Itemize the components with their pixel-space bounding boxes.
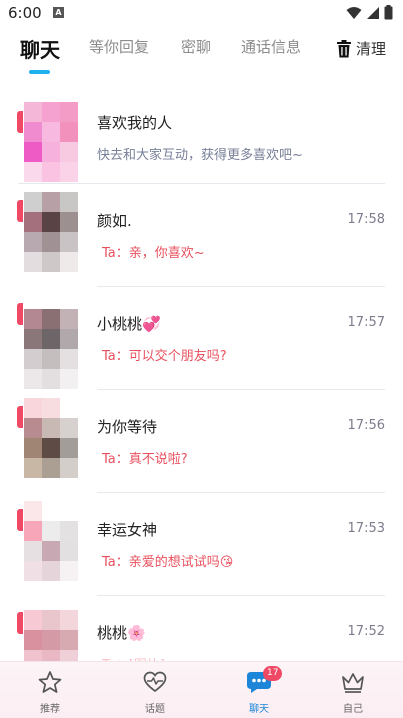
chat-row[interactable]: 为你等待 17:56 Ta：真不说啦?	[0, 396, 403, 500]
chat-message: Ta：真不说啦?	[102, 452, 188, 467]
avatar-ring	[17, 509, 23, 531]
avatar-ring	[17, 200, 23, 222]
divider	[97, 595, 385, 596]
chat-message: Ta：亲，你喜欢~	[102, 246, 205, 261]
divider	[18, 183, 385, 184]
clear-button[interactable]: 清理	[336, 38, 386, 59]
likes-subtitle: 快去和大家互动，获得更多喜欢吧~	[97, 148, 303, 163]
status-icons	[346, 5, 393, 20]
clear-label: 清理	[355, 40, 386, 58]
likes-title: 喜欢我的人	[97, 114, 173, 132]
nav-me[interactable]: 自己	[323, 670, 383, 715]
bottom-nav: 推荐 话题 17 聊天 自己	[0, 661, 403, 718]
notification-icon: A	[53, 7, 64, 18]
tab-waiting-reply[interactable]: 等你回复	[89, 36, 149, 57]
nav-chat[interactable]: 17 聊天	[229, 666, 289, 715]
signal-icon	[367, 6, 379, 19]
divider	[97, 389, 385, 390]
avatar-ring	[17, 303, 23, 325]
avatar-ring	[17, 612, 23, 634]
active-tab-indicator	[29, 70, 50, 74]
nav-label: 自己	[343, 704, 363, 715]
status-time: 6:00	[8, 4, 42, 22]
avatar-ring	[17, 111, 23, 133]
nav-recommend[interactable]: 推荐	[20, 670, 80, 715]
avatar-ring	[17, 406, 23, 428]
tab-chat[interactable]: 聊天	[20, 34, 60, 63]
chat-time: 17:58	[347, 212, 385, 227]
top-tab-bar: 聊天 等你回复 密聊 通话信息 清理	[0, 28, 403, 88]
avatar	[24, 398, 78, 478]
status-bar: 6:00 A	[0, 0, 403, 26]
chat-time: 17:56	[347, 418, 385, 433]
battery-icon	[384, 5, 393, 20]
avatar	[24, 192, 78, 272]
divider	[97, 286, 385, 287]
chat-row[interactable]: 颜如. 17:58 Ta：亲，你喜欢~	[0, 190, 403, 294]
tab-private-chat[interactable]: 密聊	[181, 36, 211, 57]
chat-name: 小桃桃💞	[97, 315, 161, 333]
star-icon	[38, 671, 62, 693]
trash-icon	[336, 39, 351, 57]
chat-name: 颜如.	[97, 212, 132, 230]
nav-label: 话题	[145, 704, 165, 715]
chat-message: Ta：亲爱的想试试吗😘	[102, 555, 234, 570]
chat-name: 为你等待	[97, 418, 158, 436]
avatar	[24, 102, 78, 182]
nav-label: 聊天	[249, 704, 269, 715]
avatar	[24, 309, 78, 389]
heart-pulse-icon	[143, 671, 167, 693]
chat-row[interactable]: 幸运女神 17:53 Ta：亲爱的想试试吗😘	[0, 499, 403, 603]
likes-row[interactable]: 喜欢我的人 快去和大家互动，获得更多喜欢吧~	[0, 96, 403, 200]
crown-icon	[342, 673, 364, 693]
chat-row[interactable]: 小桃桃💞 17:57 Ta：可以交个朋友吗?	[0, 293, 403, 397]
nav-topics[interactable]: 话题	[125, 670, 185, 715]
avatar	[24, 501, 78, 581]
chat-name: 桃桃🌸	[97, 624, 146, 642]
unread-badge: 17	[263, 666, 283, 681]
chat-name: 幸运女神	[97, 521, 158, 539]
chat-time: 17:53	[347, 521, 385, 536]
chat-time: 17:52	[347, 624, 385, 639]
chat-message: Ta：可以交个朋友吗?	[102, 349, 227, 364]
chat-time: 17:57	[347, 315, 385, 330]
tab-call-info[interactable]: 通话信息	[241, 36, 301, 57]
nav-label: 推荐	[40, 704, 60, 715]
divider	[97, 492, 385, 493]
wifi-icon	[346, 6, 362, 19]
